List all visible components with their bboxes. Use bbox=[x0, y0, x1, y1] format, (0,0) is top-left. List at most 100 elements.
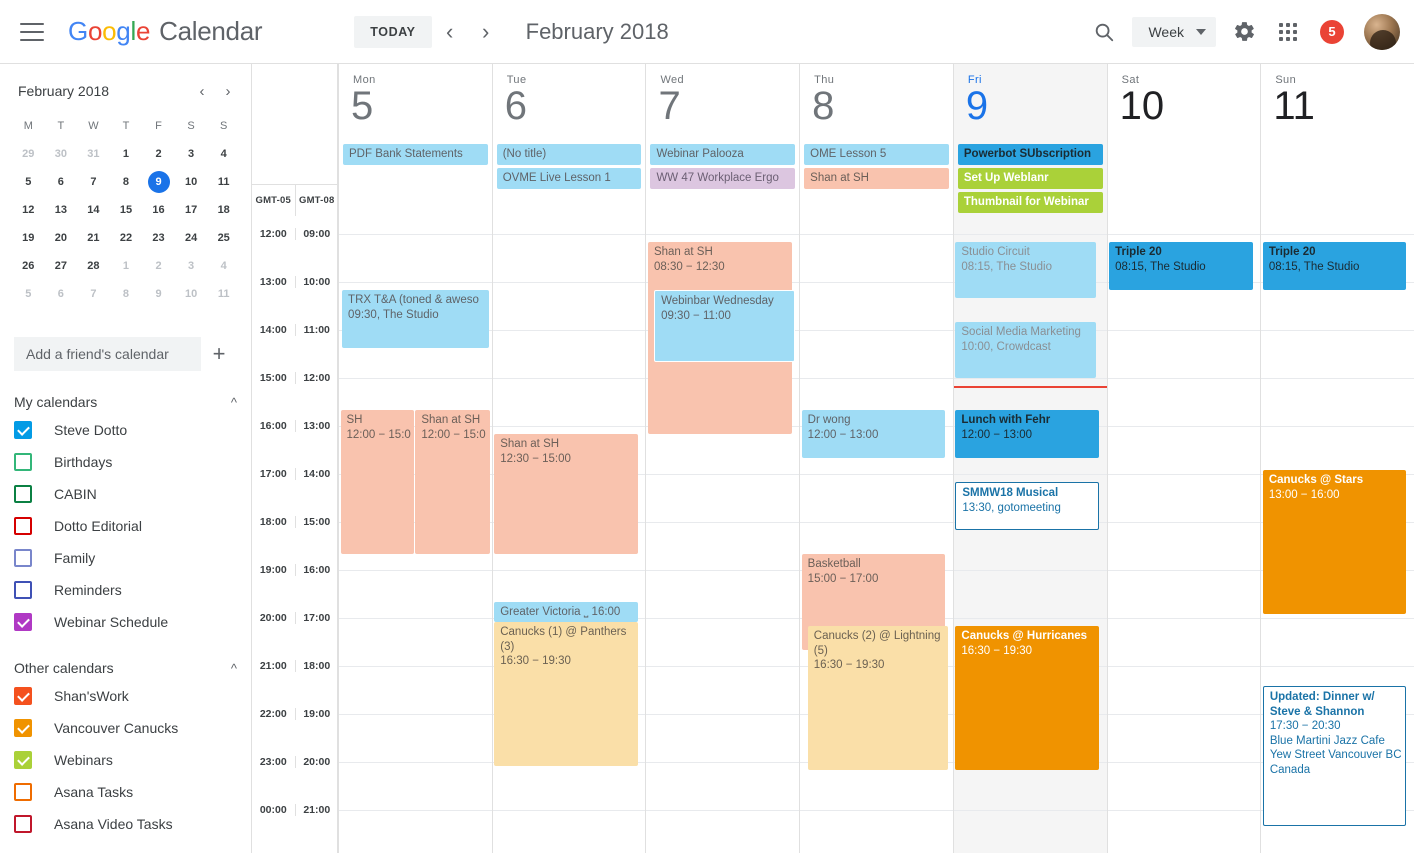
mini-day-26[interactable]: 26 bbox=[12, 252, 45, 280]
all-day-event[interactable]: PDF Bank Statements bbox=[343, 144, 488, 165]
mini-day-1[interactable]: 1 bbox=[110, 252, 143, 280]
calendar-checkbox[interactable] bbox=[14, 549, 32, 567]
all-day-event[interactable]: OVME Live Lesson 1 bbox=[496, 168, 642, 189]
day-header-mon[interactable]: Mon 5 PDF Bank Statements bbox=[338, 64, 492, 216]
mini-day-27[interactable]: 27 bbox=[45, 252, 78, 280]
other-calendar-item-asana-video-tasks[interactable]: Asana Video Tasks bbox=[0, 808, 251, 840]
calendar-event[interactable]: Triple 20 08:15, The Studio bbox=[1109, 242, 1253, 290]
calendar-checkbox[interactable] bbox=[14, 719, 32, 737]
calendar-event[interactable]: Canucks (2) @ Lightning (5) 16:30 − 19:30 bbox=[807, 626, 949, 770]
mini-day-6[interactable]: 6 bbox=[45, 280, 78, 308]
day-header-sat[interactable]: Sat 10 bbox=[1106, 64, 1261, 216]
calendar-checkbox[interactable] bbox=[14, 783, 32, 801]
my-calendar-item-family[interactable]: Family bbox=[0, 542, 251, 574]
calendar-checkbox[interactable] bbox=[14, 815, 32, 833]
today-button[interactable]: TODAY bbox=[354, 15, 432, 48]
day-header-tue[interactable]: Tue 6 (No title) OVME Live Lesson 1 bbox=[491, 64, 646, 216]
mini-day-8[interactable]: 8 bbox=[110, 280, 143, 308]
mini-day-20[interactable]: 20 bbox=[45, 224, 78, 252]
calendar-checkbox[interactable] bbox=[14, 421, 32, 439]
day-header-thu[interactable]: Thu 8 OME Lesson 5 Shan at SH bbox=[799, 64, 953, 216]
my-calendars-header[interactable]: My calendars ^ bbox=[14, 394, 237, 410]
calendar-checkbox[interactable] bbox=[14, 453, 32, 471]
calendar-event[interactable]: Greater Victoria ⎵ 16:00 bbox=[494, 602, 638, 622]
next-period-button[interactable]: › bbox=[468, 14, 504, 50]
all-day-event[interactable]: (No title) bbox=[496, 144, 642, 165]
calendar-event[interactable]: Updated: Dinner w/ Steve & Shannon 17:30 … bbox=[1262, 686, 1407, 826]
my-calendar-item-steve-dotto[interactable]: Steve Dotto bbox=[0, 414, 251, 446]
mini-day-10[interactable]: 10 bbox=[175, 168, 208, 196]
mini-day-31[interactable]: 31 bbox=[77, 140, 110, 168]
all-day-event[interactable]: Set Up Weblanr bbox=[957, 168, 1103, 189]
calendar-checkbox[interactable] bbox=[14, 751, 32, 769]
mini-calendar-next-button[interactable]: › bbox=[215, 78, 241, 104]
mini-day-10[interactable]: 10 bbox=[175, 280, 208, 308]
calendar-event[interactable]: Canucks @ Hurricanes 16:30 − 19:30 bbox=[955, 626, 1099, 770]
mini-day-21[interactable]: 21 bbox=[77, 224, 110, 252]
apps-grid-icon[interactable] bbox=[1266, 10, 1310, 54]
day-column-thu[interactable]: Dr wong 12:00 − 13:00 Basketball 15:00 − 17… bbox=[799, 216, 953, 853]
calendar-checkbox[interactable] bbox=[14, 485, 32, 503]
day-column-sat[interactable]: Triple 20 08:15, The Studio bbox=[1106, 216, 1261, 853]
day-number[interactable]: 10 bbox=[1108, 84, 1261, 128]
mini-day-12[interactable]: 12 bbox=[12, 196, 45, 224]
calendar-event[interactable]: SH 12:00 − 15:0 bbox=[340, 410, 414, 554]
calendar-checkbox[interactable] bbox=[14, 517, 32, 535]
mini-day-23[interactable]: 23 bbox=[142, 224, 175, 252]
my-calendar-item-birthdays[interactable]: Birthdays bbox=[0, 446, 251, 478]
mini-day-14[interactable]: 14 bbox=[77, 196, 110, 224]
calendar-event[interactable]: Webinbar Wednesday 09:30 − 11:00 bbox=[654, 290, 795, 362]
mini-day-18[interactable]: 18 bbox=[207, 196, 240, 224]
day-header-fri[interactable]: Fri 9 Powerbot SUbscription Set Up Weblanr T… bbox=[952, 64, 1107, 216]
day-column-sun[interactable]: Triple 20 08:15, The Studio Canucks @ Star… bbox=[1260, 216, 1414, 853]
calendar-event[interactable]: Social Media Marketing 10:00, Crowdcast bbox=[955, 322, 1096, 378]
calendar-checkbox[interactable] bbox=[14, 613, 32, 631]
add-calendar-plus-icon[interactable]: + bbox=[201, 336, 237, 372]
day-column-fri[interactable]: Studio Circuit 08:15, The Studio Social Me… bbox=[952, 216, 1107, 853]
day-column-wed[interactable]: Shan at SH 08:30 − 12:30 Webinbar Wednesda… bbox=[645, 216, 800, 853]
calendar-event[interactable]: Canucks @ Stars 13:00 − 16:00 bbox=[1262, 470, 1407, 614]
add-friend-calendar-input[interactable]: Add a friend's calendar bbox=[14, 337, 201, 371]
mini-day-3[interactable]: 3 bbox=[175, 140, 208, 168]
day-number[interactable]: 8 bbox=[800, 84, 953, 128]
mini-day-5[interactable]: 5 bbox=[12, 168, 45, 196]
mini-day-9[interactable]: 9 bbox=[142, 168, 175, 196]
mini-day-7[interactable]: 7 bbox=[77, 168, 110, 196]
mini-day-2[interactable]: 2 bbox=[142, 252, 175, 280]
day-number[interactable]: 9 bbox=[954, 84, 1107, 128]
day-column-tue[interactable]: Shan at SH 12:30 − 15:00 Greater Victoria … bbox=[491, 216, 646, 853]
view-selector[interactable]: Week bbox=[1132, 16, 1216, 47]
all-day-event[interactable]: Shan at SH bbox=[804, 168, 949, 189]
hamburger-icon[interactable] bbox=[20, 22, 44, 41]
calendar-event[interactable]: Triple 20 08:15, The Studio bbox=[1262, 242, 1407, 290]
mini-day-11[interactable]: 11 bbox=[207, 280, 240, 308]
mini-calendar-prev-button[interactable]: ‹ bbox=[189, 78, 215, 104]
calendar-event[interactable]: Studio Circuit 08:15, The Studio bbox=[955, 242, 1096, 298]
calendar-event[interactable]: Shan at SH 12:00 − 15:0 bbox=[415, 410, 491, 554]
calendar-event[interactable]: Shan at SH 12:30 − 15:00 bbox=[494, 434, 638, 554]
calendar-event[interactable]: Canucks (1) @ Panthers (3) 16:30 − 19:30 bbox=[494, 622, 638, 766]
other-calendar-item-webinars[interactable]: Webinars bbox=[0, 744, 251, 776]
day-header-wed[interactable]: Wed 7 Webinar Palooza WW 47 Workplace Ergo bbox=[645, 64, 799, 216]
calendar-event[interactable]: Lunch with Fehr 12:00 − 13:00 bbox=[955, 410, 1099, 458]
day-header-sun[interactable]: Sun 11 bbox=[1260, 64, 1414, 216]
mini-day-4[interactable]: 4 bbox=[207, 140, 240, 168]
calendar-event[interactable]: SMMW18 Musical 13:30, gotomeeting bbox=[955, 482, 1099, 530]
other-calendars-header[interactable]: Other calendars ^ bbox=[14, 660, 237, 676]
calendar-event[interactable]: Dr wong 12:00 − 13:00 bbox=[801, 410, 946, 458]
other-calendar-item-vancouver-canucks[interactable]: Vancouver Canucks bbox=[0, 712, 251, 744]
search-icon[interactable] bbox=[1082, 10, 1126, 54]
calendar-checkbox[interactable] bbox=[14, 581, 32, 599]
mini-day-22[interactable]: 22 bbox=[110, 224, 143, 252]
mini-day-11[interactable]: 11 bbox=[207, 168, 240, 196]
my-calendar-item-cabin[interactable]: CABIN bbox=[0, 478, 251, 510]
day-column-mon[interactable]: TRX T&A (toned & aweso 09:30, The Studio S… bbox=[338, 216, 492, 853]
day-number[interactable]: 5 bbox=[339, 84, 492, 128]
mini-day-4[interactable]: 4 bbox=[207, 252, 240, 280]
mini-day-15[interactable]: 15 bbox=[110, 196, 143, 224]
gear-icon[interactable] bbox=[1222, 10, 1266, 54]
mini-day-6[interactable]: 6 bbox=[45, 168, 78, 196]
mini-day-9[interactable]: 9 bbox=[142, 280, 175, 308]
previous-period-button[interactable]: ‹ bbox=[432, 14, 468, 50]
mini-day-30[interactable]: 30 bbox=[45, 140, 78, 168]
